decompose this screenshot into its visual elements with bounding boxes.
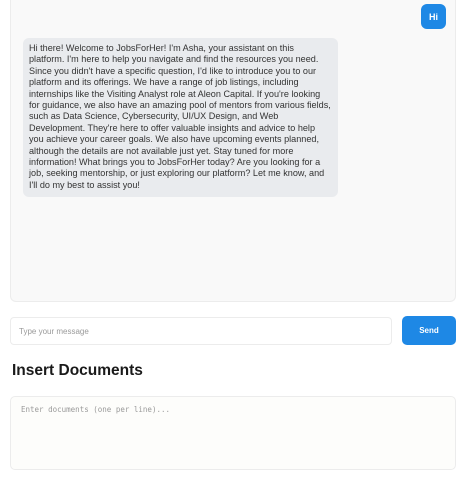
message-input[interactable] — [10, 317, 392, 345]
message-input-row: Send — [10, 316, 456, 346]
send-button[interactable]: Send — [402, 316, 456, 345]
chat-history-panel[interactable]: Hi Hi there! Welcome to JobsForHer! I'm … — [10, 0, 456, 302]
chat-page: Hi Hi there! Welcome to JobsForHer! I'm … — [0, 0, 464, 477]
user-message-bubble: Hi — [421, 4, 446, 29]
documents-input[interactable] — [10, 396, 456, 470]
assistant-message-bubble: Hi there! Welcome to JobsForHer! I'm Ash… — [23, 38, 338, 198]
insert-documents-title: Insert Documents — [12, 362, 143, 379]
